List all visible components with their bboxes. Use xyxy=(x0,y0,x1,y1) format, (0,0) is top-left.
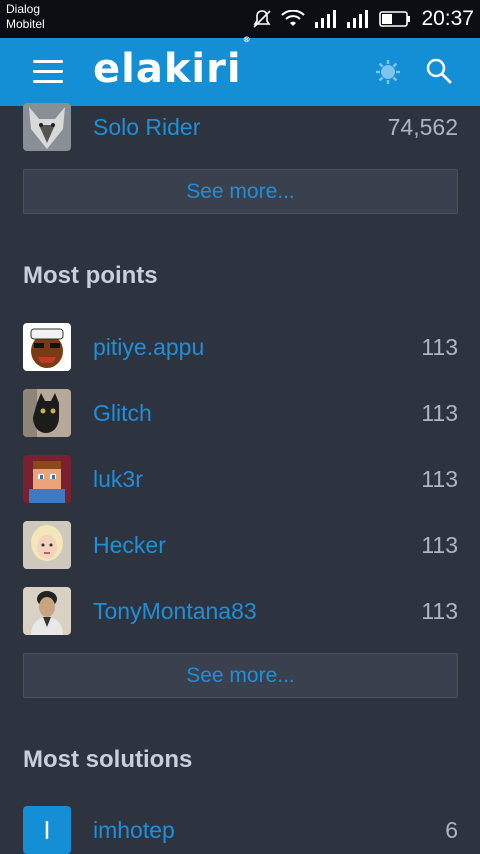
status-bar: Dialog Mobitel 20:37 xyxy=(0,0,480,38)
member-value: 74,562 xyxy=(387,113,458,140)
mute-icon xyxy=(253,9,272,29)
signal-sim2-icon xyxy=(347,10,369,28)
avatar[interactable]: I xyxy=(23,806,71,854)
member-name[interactable]: luk3r xyxy=(93,466,421,493)
avatar[interactable] xyxy=(23,323,71,371)
avatar[interactable] xyxy=(23,389,71,437)
menu-icon[interactable] xyxy=(33,60,63,84)
avatar[interactable] xyxy=(23,455,71,503)
app-header: elakiri® xyxy=(0,35,480,106)
avatar[interactable] xyxy=(23,521,71,569)
member-value: 113 xyxy=(421,399,458,426)
clock: 20:37 xyxy=(421,7,474,30)
carrier-info: Dialog Mobitel xyxy=(6,2,45,32)
section-title-most-points: Most points xyxy=(23,262,158,289)
member-value: 113 xyxy=(421,531,458,558)
member-name[interactable]: imhotep xyxy=(93,817,445,844)
list-item[interactable]: Hecker 113 xyxy=(23,521,458,569)
member-value: 113 xyxy=(421,597,458,624)
list-item[interactable]: pitiye.appu 113 xyxy=(23,323,458,371)
member-value: 113 xyxy=(421,465,458,492)
wifi-icon xyxy=(281,10,306,28)
see-more-button[interactable]: See more... xyxy=(23,169,458,214)
search-icon[interactable] xyxy=(425,57,453,85)
member-value: 6 xyxy=(445,816,458,843)
see-more-button[interactable]: See more... xyxy=(23,653,458,698)
avatar[interactable] xyxy=(23,103,71,151)
list-item[interactable]: Glitch 113 xyxy=(23,389,458,437)
signal-sim1-icon xyxy=(315,10,337,28)
list-item[interactable]: Solo Rider 74,562 xyxy=(23,103,458,151)
member-name[interactable]: TonyMontana83 xyxy=(93,598,421,625)
theme-toggle-icon[interactable] xyxy=(375,59,401,85)
member-name[interactable]: Glitch xyxy=(93,400,421,427)
logo[interactable]: elakiri® xyxy=(93,35,251,92)
carrier-line-1: Dialog xyxy=(6,2,41,16)
carrier-line-2: Mobitel xyxy=(6,17,45,31)
list-item[interactable]: I imhotep 6 xyxy=(23,806,458,854)
member-name[interactable]: Solo Rider xyxy=(93,114,388,141)
member-value: 113 xyxy=(421,333,458,360)
list-item[interactable]: luk3r 113 xyxy=(23,455,458,503)
member-name[interactable]: Hecker xyxy=(93,532,421,559)
section-title-most-solutions: Most solutions xyxy=(23,746,193,773)
battery-icon xyxy=(379,10,411,28)
list-item[interactable]: TonyMontana83 113 xyxy=(23,587,458,635)
member-name[interactable]: pitiye.appu xyxy=(93,334,421,361)
avatar[interactable] xyxy=(23,587,71,635)
